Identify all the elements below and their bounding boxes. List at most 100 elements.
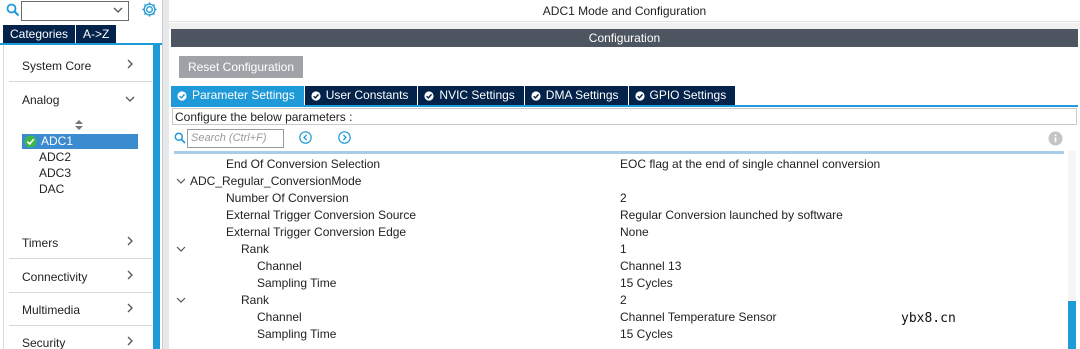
category-system-core[interactable]: System Core	[22, 59, 91, 73]
parameter-value: 15 Cycles	[620, 276, 673, 290]
chevron-right-icon[interactable]	[125, 270, 135, 280]
table-row[interactable]: Rank 2	[174, 292, 1064, 309]
chevron-down-icon[interactable]	[176, 295, 186, 305]
table-row[interactable]: Rank 1	[174, 241, 1064, 258]
tab-a-to-z[interactable]: A->Z	[75, 25, 117, 43]
parameter-tabs: Parameter Settings User Constants NVIC S…	[171, 86, 737, 105]
previous-icon[interactable]	[299, 131, 312, 144]
configuration-title: Configuration	[171, 29, 1078, 47]
left-scrollbar[interactable]	[153, 45, 160, 349]
tab-label: DMA Settings	[545, 88, 619, 102]
category-search-row	[0, 0, 162, 24]
table-row[interactable]: External Trigger Conversion Source Regul…	[174, 207, 1064, 224]
tab-label: GPIO Settings	[649, 88, 727, 102]
chevron-down-icon[interactable]	[176, 176, 186, 186]
parameter-name: External Trigger Conversion Source	[226, 208, 417, 222]
table-header-strip	[174, 151, 1064, 154]
category-list: System Core Analog ADC1 ADC2 ADC3 DAC Ti…	[3, 45, 154, 349]
info-icon[interactable]	[1048, 131, 1063, 146]
divider	[9, 325, 152, 326]
configure-label: Configure the below parameters :	[172, 108, 1077, 125]
category-security[interactable]: Security	[22, 336, 65, 349]
parameter-value: 1	[620, 242, 627, 256]
chevron-right-icon[interactable]	[125, 336, 135, 346]
search-icon	[174, 132, 186, 144]
parameter-value: Channel 13	[620, 259, 682, 273]
tab-user-constants[interactable]: User Constants	[304, 86, 419, 105]
main-panel: ADC1 Mode and Configuration Configuratio…	[169, 0, 1080, 349]
check-circle-icon	[531, 90, 541, 101]
parameter-name: Rank	[241, 242, 270, 256]
configuration-panel: Reset Configuration Parameter Settings U…	[171, 47, 1078, 349]
table-row[interactable]: End Of Conversion Selection EOC flag at …	[174, 156, 1064, 173]
parameter-search-input[interactable]: Search (Ctrl+F)	[187, 129, 284, 148]
table-row[interactable]: ADC_Regular_ConversionMode	[174, 173, 1064, 190]
category-search-input[interactable]	[21, 1, 129, 21]
chevron-right-icon[interactable]	[125, 59, 135, 69]
table-row[interactable]: Channel Channel 13	[174, 258, 1064, 275]
reset-configuration-button[interactable]: Reset Configuration	[179, 56, 303, 78]
check-circle-icon	[634, 90, 645, 101]
check-circle-icon	[424, 90, 435, 101]
sort-icon[interactable]	[75, 120, 83, 130]
parameter-name: Sampling Time	[257, 276, 337, 290]
parameter-name: Channel	[257, 259, 302, 273]
next-icon[interactable]	[338, 131, 351, 144]
table-row[interactable]: External Trigger Conversion Edge None	[174, 224, 1064, 241]
tab-dma-settings[interactable]: DMA Settings	[524, 86, 629, 105]
table-row[interactable]: Sampling Time 15 Cycles	[174, 275, 1064, 292]
tab-label: NVIC Settings	[439, 88, 515, 102]
parameter-name: Sampling Time	[257, 327, 337, 341]
analog-item-adc2[interactable]: ADC2	[39, 150, 71, 164]
divider	[9, 292, 152, 293]
table-row[interactable]: Number Of Conversion 2	[174, 190, 1064, 207]
chevron-right-icon[interactable]	[125, 236, 135, 246]
watermark-text: ybx8.cn	[901, 311, 956, 326]
tab-gpio-settings[interactable]: GPIO Settings	[628, 86, 737, 105]
parameter-value: Channel Temperature Sensor	[620, 310, 777, 324]
parameter-name: External Trigger Conversion Edge	[226, 225, 407, 239]
table-scrollbar[interactable]	[1068, 151, 1076, 349]
category-timers[interactable]: Timers	[22, 236, 58, 250]
panel-splitter[interactable]	[162, 0, 169, 349]
category-tabs: Categories A->Z	[3, 25, 117, 43]
search-icon	[6, 3, 20, 17]
check-circle-icon	[24, 135, 37, 148]
chevron-down-icon[interactable]	[113, 5, 123, 15]
chevron-down-icon[interactable]	[176, 244, 186, 254]
tab-categories[interactable]: Categories	[3, 25, 76, 43]
chevron-down-icon[interactable]	[125, 94, 135, 104]
category-multimedia[interactable]: Multimedia	[22, 303, 80, 317]
chevron-right-icon[interactable]	[125, 303, 135, 313]
parameter-name: End Of Conversion Selection	[226, 157, 381, 171]
mode-title: ADC1 Mode and Configuration	[169, 0, 1080, 22]
analog-item-adc1[interactable]: ADC1	[22, 134, 138, 149]
category-analog[interactable]: Analog	[22, 93, 59, 107]
tab-label: User Constants	[325, 88, 409, 102]
check-circle-icon	[177, 90, 187, 101]
parameter-value: None	[620, 225, 649, 239]
scrollbar-thumb[interactable]	[1068, 301, 1076, 349]
tab-parameter-settings[interactable]: Parameter Settings	[171, 86, 305, 105]
parameter-value: EOC flag at the end of single channel co…	[620, 157, 881, 171]
analog-item-label: ADC1	[41, 134, 74, 148]
parameter-name: Channel	[257, 310, 302, 324]
analog-item-dac[interactable]: DAC	[39, 182, 64, 196]
check-circle-icon	[311, 90, 321, 101]
category-connectivity[interactable]: Connectivity	[22, 270, 87, 284]
parameter-value: Regular Conversion launched by software	[620, 208, 843, 222]
parameter-value: 2	[620, 293, 627, 307]
gear-icon[interactable]	[141, 1, 158, 18]
tab-nvic-settings[interactable]: NVIC Settings	[418, 86, 525, 105]
parameter-search-row: Search (Ctrl+F)	[174, 129, 1074, 149]
divider	[9, 81, 152, 82]
analog-item-adc3[interactable]: ADC3	[39, 166, 71, 180]
tab-underline	[171, 105, 1078, 107]
parameter-value: 2	[620, 191, 627, 205]
divider	[9, 258, 152, 259]
table-row[interactable]: Sampling Time 15 Cycles	[174, 326, 1064, 343]
parameter-name: Rank	[241, 293, 270, 307]
parameter-name: Number Of Conversion	[226, 191, 349, 205]
left-panel: Categories A->Z System Core Analog ADC1 …	[0, 0, 162, 349]
parameter-value: 15 Cycles	[620, 327, 673, 341]
